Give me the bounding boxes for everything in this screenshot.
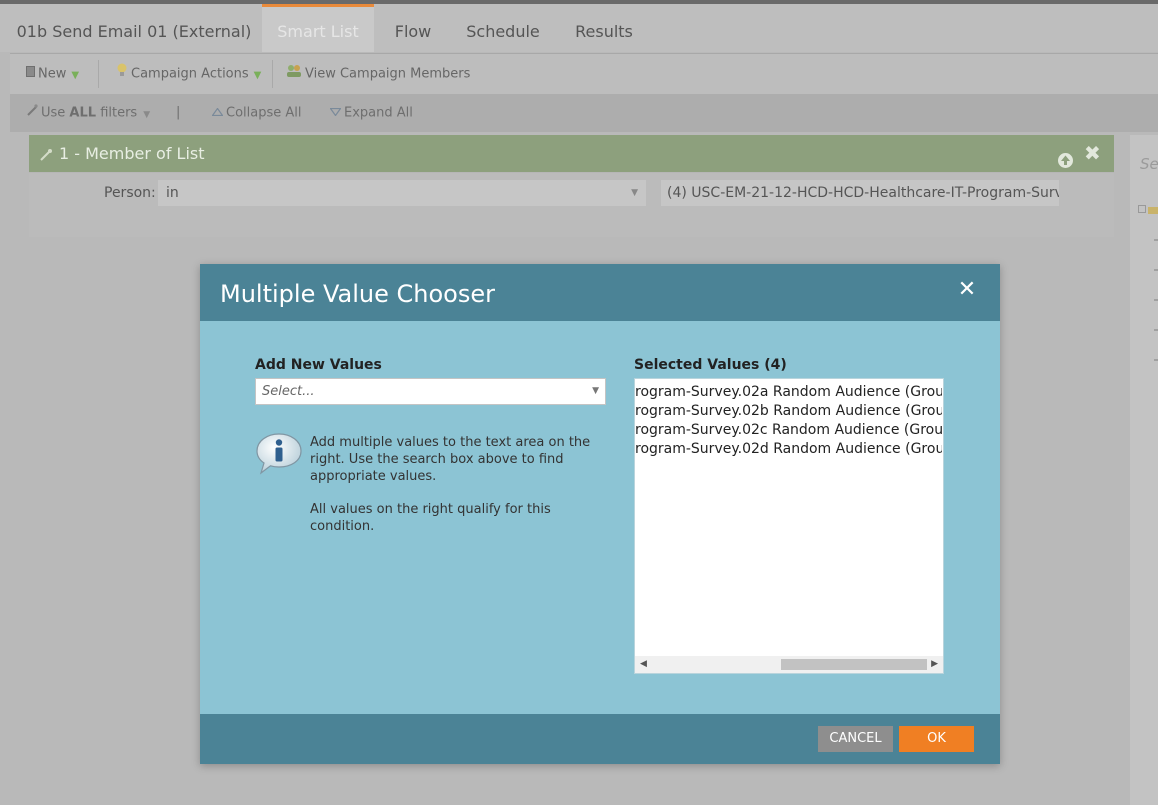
info-paragraph-1: Add multiple values to the text area on …	[310, 435, 591, 484]
cancel-button[interactable]: CANCEL	[818, 726, 893, 752]
info-paragraph-2: All values on the right qualify for this…	[310, 502, 551, 534]
new-button[interactable]: New ▼	[26, 54, 79, 94]
tree-item[interactable]	[1154, 329, 1158, 331]
filter-title: 1 - Member of List	[59, 144, 205, 163]
selected-values-textarea[interactable]: rogram-Survey.02a Random Audience (Group…	[634, 378, 944, 674]
filter-toolbar: Use ALL filters ▼ | Collapse All Expand A…	[10, 94, 1158, 132]
tree-item[interactable]	[1154, 359, 1158, 361]
use-all-emphasis: ALL	[69, 105, 97, 121]
campaign-tabs: 01b Send Email 01 (External) Smart List …	[0, 4, 1158, 52]
use-all-filters-dropdown[interactable]: Use ALL filters ▼	[26, 94, 150, 132]
toolbar: New ▼ Campaign Actions ▼ View Campaign Mem…	[10, 53, 1158, 94]
collapse-all-button[interactable]: Collapse All	[211, 94, 302, 132]
tree-collapse-icon[interactable]	[1138, 205, 1146, 213]
tab-results[interactable]: Results	[556, 4, 652, 52]
campaign-actions-label: Campaign Actions	[131, 66, 249, 82]
close-icon[interactable]: ✕	[956, 279, 978, 301]
collapse-all-label: Collapse All	[226, 105, 302, 121]
person-label: Person:	[104, 185, 156, 201]
list-value-field[interactable]: (4) USC-EM-21-12-HCD-HCD-Healthcare-IT-P…	[661, 180, 1059, 206]
expand-all-label: Expand All	[344, 105, 413, 121]
chevron-down-icon: ▼	[592, 386, 599, 396]
remove-filter-icon[interactable]: ✖	[1084, 135, 1101, 172]
new-icon	[26, 54, 35, 94]
info-text: Add multiple values to the text area on …	[310, 434, 615, 551]
list-item: rogram-Survey.02c Random Audience (Group…	[635, 422, 942, 438]
info-icon	[255, 432, 303, 480]
use-all-caret-icon: ▼	[143, 109, 151, 120]
campaign-actions-caret-icon: ▼	[253, 69, 262, 81]
campaign-title-tab[interactable]: 01b Send Email 01 (External)	[10, 4, 258, 52]
tree-item[interactable]	[1154, 239, 1158, 241]
list-item: rogram-Survey.02b Random Audience (Group…	[635, 403, 942, 419]
scrollbar-thumb[interactable]	[781, 659, 927, 670]
expand-all-button[interactable]: Expand All	[329, 94, 413, 132]
tab-flow[interactable]: Flow	[375, 4, 451, 52]
selected-values-label: Selected Values (4)	[634, 357, 787, 373]
operator-value: in	[166, 185, 179, 201]
tree-item[interactable]	[1154, 269, 1158, 271]
toolbar-divider	[98, 60, 99, 88]
view-campaign-members-label: View Campaign Members	[305, 66, 471, 82]
expand-triangle-icon	[329, 94, 342, 132]
folder-icon	[1148, 207, 1158, 214]
select-placeholder: Select...	[262, 384, 315, 399]
use-suffix: filters	[96, 105, 138, 121]
tab-smart-list[interactable]: Smart List	[262, 4, 374, 52]
dialog-title: Multiple Value Chooser	[220, 280, 495, 308]
scroll-right-icon[interactable]: ▶	[931, 656, 938, 673]
list-item: rogram-Survey.02d Random Audience (Group…	[635, 441, 942, 457]
collapse-triangle-icon	[211, 94, 224, 132]
people-icon	[286, 54, 302, 94]
operator-select[interactable]: in ▼	[158, 180, 646, 206]
selected-values-list: rogram-Survey.02a Random Audience (Group…	[635, 383, 942, 459]
view-campaign-members-button[interactable]: View Campaign Members	[286, 54, 470, 94]
dialog-header: Multiple Value Chooser ✕	[200, 264, 1000, 321]
new-caret-icon: ▼	[71, 69, 80, 81]
campaign-actions-button[interactable]: Campaign Actions ▼	[116, 54, 261, 94]
filter-drag-icon[interactable]	[39, 135, 53, 172]
add-values-select[interactable]: Select... ▼	[255, 378, 606, 405]
filterbar-separator: |	[176, 105, 181, 120]
new-label: New	[38, 66, 67, 82]
tab-schedule[interactable]: Schedule	[452, 4, 554, 52]
lightbulb-icon	[116, 54, 128, 94]
use-prefix: Use	[41, 105, 70, 121]
multiple-value-chooser-dialog: Multiple Value Chooser ✕ Add New Values …	[200, 264, 1000, 764]
list-item: rogram-Survey.02a Random Audience (Group…	[635, 384, 942, 400]
tree-item[interactable]	[1154, 299, 1158, 301]
add-new-values-label: Add New Values	[255, 357, 382, 373]
toolbar-divider	[272, 60, 273, 88]
wand-icon	[26, 94, 38, 132]
dialog-footer: CANCEL OK	[200, 714, 1000, 764]
filter-header: 1 - Member of List ✖	[29, 135, 1114, 172]
filter-panel: 1 - Member of List ✖ Person: in ▼ (4) US…	[29, 135, 1114, 237]
scroll-left-icon[interactable]: ◀	[640, 656, 647, 673]
filter-condition-row: Person: in ▼ (4) USC-EM-21-12-HCD-HCD-He…	[29, 173, 1114, 237]
search-partial[interactable]: Se	[1140, 155, 1158, 173]
chevron-down-icon: ▼	[631, 188, 638, 198]
ok-button[interactable]: OK	[899, 726, 974, 752]
horizontal-scrollbar[interactable]: ◀ ▶	[635, 656, 943, 673]
right-tree-panel: Se	[1130, 135, 1158, 805]
